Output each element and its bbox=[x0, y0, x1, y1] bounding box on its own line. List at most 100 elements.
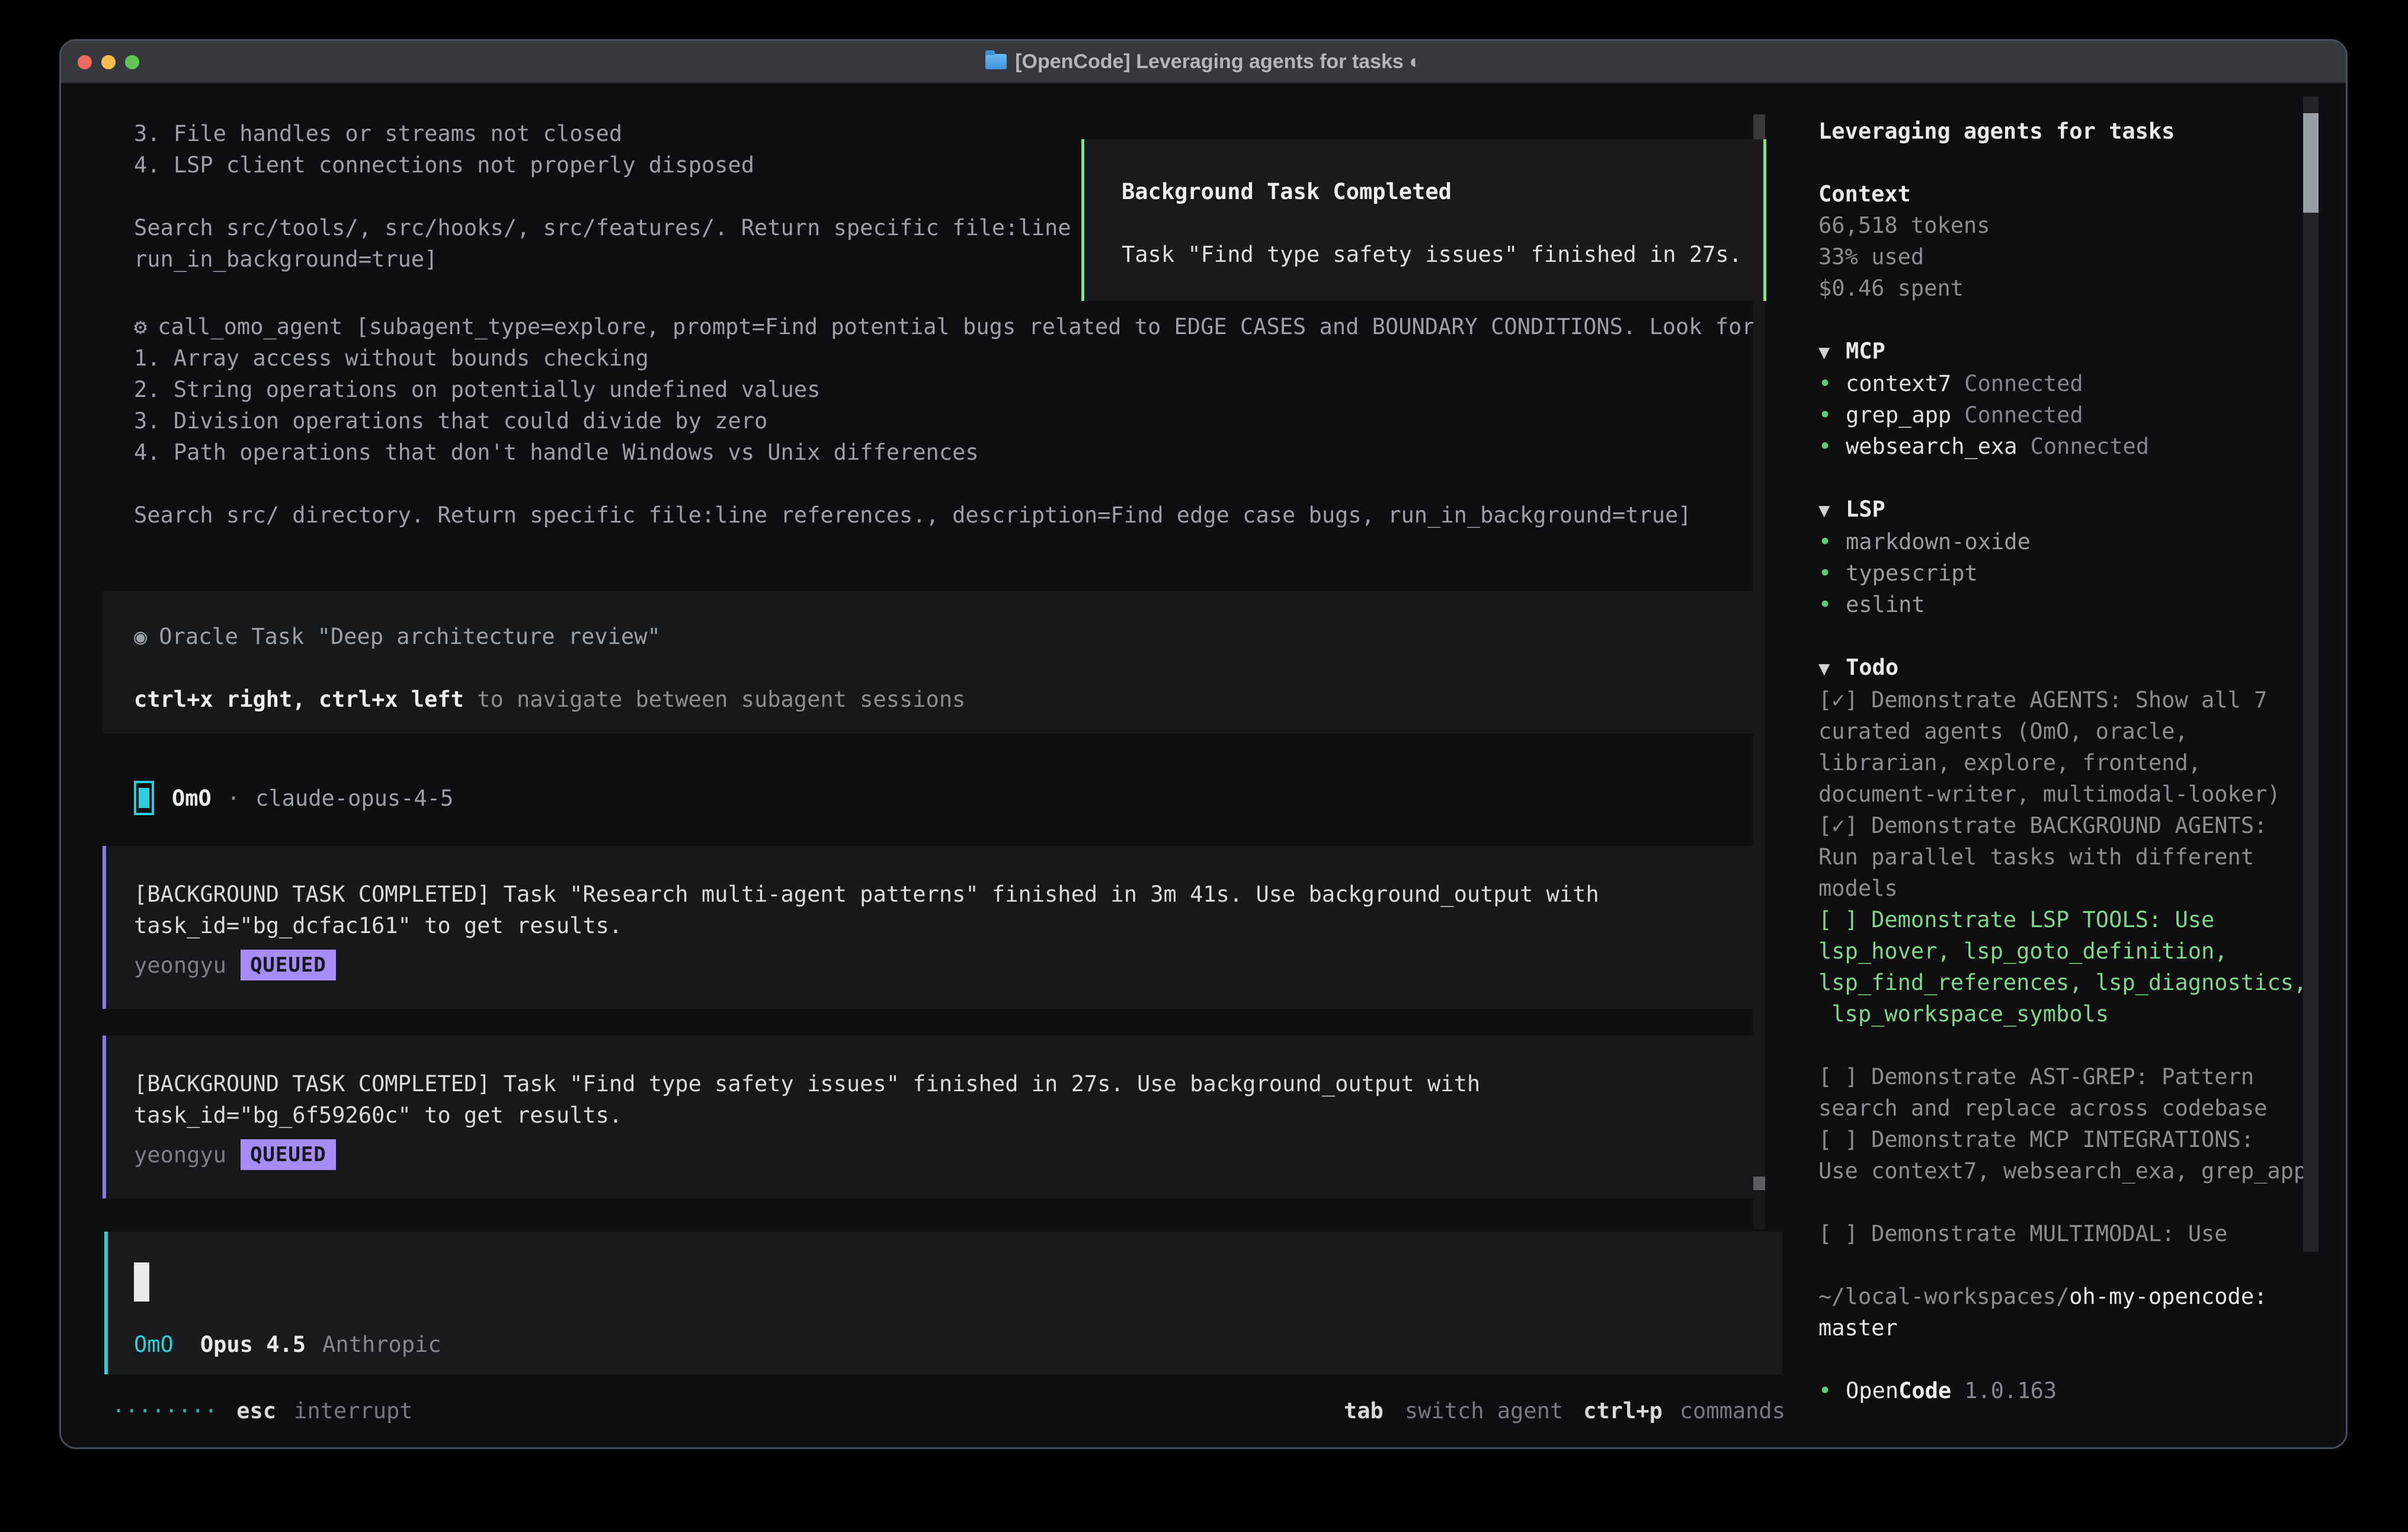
todo-line: search and replace across codebase bbox=[1818, 1092, 2348, 1124]
sidebar: Leveraging agents for tasks Context 66,5… bbox=[1818, 116, 2348, 1406]
todo-line: [ ] Demonstrate MULTIMODAL: Use bbox=[1818, 1218, 2348, 1249]
agent-name: OmO bbox=[172, 786, 212, 811]
separator-dot: · bbox=[227, 786, 240, 811]
input-model-name: Opus 4.5 bbox=[200, 1332, 306, 1357]
ctrlp-key-hint: ctrl+p bbox=[1583, 1398, 1663, 1424]
status-badge: QUEUED bbox=[241, 950, 336, 980]
gear-icon: ⚙ bbox=[134, 314, 147, 339]
background-task-toast: Background Task Completed Task "Find typ… bbox=[1081, 139, 1766, 301]
version-line: •OpenCode1.0.163 bbox=[1818, 1375, 2348, 1406]
todo-line: document-writer, multimodal-looker) bbox=[1818, 778, 2348, 810]
todo-line: lsp_hover, lsp_goto_definition, bbox=[1818, 935, 2348, 967]
todo-line: Run parallel tasks with different bbox=[1818, 841, 2348, 873]
todo-line: [ ] Demonstrate MCP INTEGRATIONS: bbox=[1818, 1124, 2348, 1155]
chat-text-block-2: ⚙call_omo_agent [subagent_type=explore, … bbox=[134, 311, 1755, 531]
chat-line: 4. LSP client connections not properly d… bbox=[134, 149, 1071, 181]
chat-line: Search src/ directory. Return specific f… bbox=[134, 499, 1755, 531]
chat-scrollbar-thumb-bottom[interactable] bbox=[1753, 1177, 1765, 1190]
session-title: Leveraging agents for tasks bbox=[1818, 116, 2348, 147]
lsp-item: •eslint bbox=[1818, 589, 2348, 620]
bullet-icon: • bbox=[1818, 368, 1846, 399]
toast-body: Task "Find type safety issues" finished … bbox=[1122, 239, 1763, 270]
tab-key-hint: tab bbox=[1344, 1398, 1384, 1424]
titlebar: [OpenCode] Leveraging agents for tasks ◐ bbox=[61, 41, 2346, 84]
chat-text-block-1: 3. File handles or streams not closed4. … bbox=[134, 118, 1071, 275]
esc-key-hint: esc bbox=[236, 1398, 276, 1424]
task-author: yeongyu bbox=[134, 953, 226, 978]
lsp-item: •typescript bbox=[1818, 557, 2348, 589]
tab-key-label: switch agent bbox=[1405, 1398, 1563, 1424]
todo-line: curated agents (OmO, oracle, bbox=[1818, 716, 2348, 747]
bullet-icon: • bbox=[1818, 431, 1846, 462]
chevron-down-icon: ▼ bbox=[1818, 653, 1846, 684]
todo-line bbox=[1818, 1187, 2348, 1218]
oracle-hint-line: ctrl+x right, ctrl+x left to navigate be… bbox=[134, 684, 1756, 715]
status-left: ········ esc interrupt bbox=[112, 1398, 413, 1424]
title-wrap: [OpenCode] Leveraging agents for tasks ◐ bbox=[985, 50, 1421, 73]
mcp-item: •websearch_exaConnected bbox=[1818, 431, 2348, 462]
chat-line: 1. Array access without bounds checking bbox=[134, 342, 1755, 374]
bullet-icon: • bbox=[1818, 526, 1846, 557]
todo-line: [✓] Demonstrate BACKGROUND AGENTS: bbox=[1818, 810, 2348, 841]
window-title: [OpenCode] Leveraging agents for tasks ◐ bbox=[1015, 50, 1421, 73]
chat-line: 2. String operations on potentially unde… bbox=[134, 374, 1755, 405]
esc-key-label: interrupt bbox=[294, 1398, 412, 1424]
todo-line: Use context7, websearch_exa, grep_app bbox=[1818, 1155, 2348, 1187]
mcp-section-header[interactable]: ▼MCP bbox=[1818, 335, 2348, 368]
todo-section-header[interactable]: ▼Todo bbox=[1818, 652, 2348, 684]
context-used: 33% used bbox=[1818, 241, 2348, 273]
maximize-button[interactable] bbox=[125, 55, 139, 69]
todo-line: [ ] Demonstrate AST-GREP: Pattern bbox=[1818, 1061, 2348, 1092]
agent-header: OmO · claude-opus-4-5 bbox=[134, 779, 453, 817]
close-button[interactable] bbox=[78, 55, 92, 69]
minimize-button[interactable] bbox=[101, 55, 116, 69]
chevron-down-icon: ▼ bbox=[1818, 336, 1846, 368]
task-line-2: task_id="bg_dcfac161" to get results. bbox=[134, 910, 1756, 941]
prompt-input[interactable]: OmO Opus 4.5 Anthropic bbox=[104, 1232, 1782, 1374]
lsp-item: •markdown-oxide bbox=[1818, 526, 2348, 557]
background-task-message-1: [BACKGROUND TASK COMPLETED] Task "Resear… bbox=[103, 846, 1756, 1009]
todo-line: lsp_find_references, lsp_diagnostics, bbox=[1818, 967, 2348, 998]
bullet-icon: • bbox=[1818, 399, 1846, 431]
chat-line: 4. Path operations that don't handle Win… bbox=[134, 437, 1755, 468]
task-author: yeongyu bbox=[134, 1142, 226, 1168]
todo-line: [ ] Demonstrate LSP TOOLS: Use bbox=[1818, 904, 2348, 935]
ctrlp-key-label: commands bbox=[1680, 1398, 1785, 1424]
spinner-dots-icon: ········ bbox=[112, 1398, 217, 1424]
chat-line: 3. File handles or streams not closed bbox=[134, 118, 1071, 149]
sidebar-scrollbar-thumb[interactable] bbox=[2303, 113, 2319, 213]
chevron-down-icon: ▼ bbox=[1818, 495, 1846, 526]
bullet-icon: • bbox=[1818, 589, 1846, 620]
sidebar-scrollbar[interactable] bbox=[2303, 97, 2319, 1252]
task-line-1: [BACKGROUND TASK COMPLETED] Task "Find t… bbox=[134, 1068, 1756, 1100]
bullet-icon: • bbox=[1818, 557, 1846, 589]
context-spent: $0.46 spent bbox=[1818, 273, 2348, 304]
chat-line bbox=[134, 181, 1071, 212]
oracle-icon: ◉ bbox=[134, 624, 147, 649]
bullet-icon: • bbox=[1818, 1375, 1846, 1406]
context-heading: Context bbox=[1818, 178, 2348, 210]
model-row: OmO Opus 4.5 Anthropic bbox=[134, 1326, 441, 1362]
input-provider-name: Anthropic bbox=[322, 1332, 441, 1357]
folder-icon bbox=[985, 54, 1007, 69]
todo-line bbox=[1818, 1030, 2348, 1061]
task-line-2: task_id="bg_6f59260c" to get results. bbox=[134, 1100, 1756, 1131]
context-tokens: 66,518 tokens bbox=[1818, 210, 2348, 241]
text-cursor bbox=[134, 1262, 149, 1302]
background-task-message-2: [BACKGROUND TASK COMPLETED] Task "Find t… bbox=[103, 1036, 1756, 1198]
todo-line: librarian, explore, frontend, bbox=[1818, 747, 2348, 778]
todo-line: models bbox=[1818, 873, 2348, 904]
traffic-lights bbox=[78, 41, 139, 84]
todo-line: [✓] Demonstrate AGENTS: Show all 7 bbox=[1818, 684, 2348, 716]
todo-line: lsp_workspace_symbols bbox=[1818, 998, 2348, 1030]
lsp-section-header[interactable]: ▼LSP bbox=[1818, 493, 2348, 526]
status-bar: ········ esc interrupt tab switch agent … bbox=[112, 1395, 1785, 1427]
task-footer: yeongyu QUEUED bbox=[134, 1136, 1756, 1173]
mcp-item: •grep_appConnected bbox=[1818, 399, 2348, 431]
oracle-task-card: ◉Oracle Task "Deep architecture review" … bbox=[103, 591, 1756, 733]
tool-call-line: ⚙call_omo_agent [subagent_type=explore, … bbox=[134, 311, 1755, 342]
task-line-1: [BACKGROUND TASK COMPLETED] Task "Resear… bbox=[134, 879, 1756, 910]
status-right: tab switch agent ctrl+p commands bbox=[1344, 1398, 1785, 1424]
oracle-title-line: ◉Oracle Task "Deep architecture review" bbox=[134, 621, 1756, 652]
opencode-window: [OpenCode] Leveraging agents for tasks ◐… bbox=[59, 39, 2348, 1449]
